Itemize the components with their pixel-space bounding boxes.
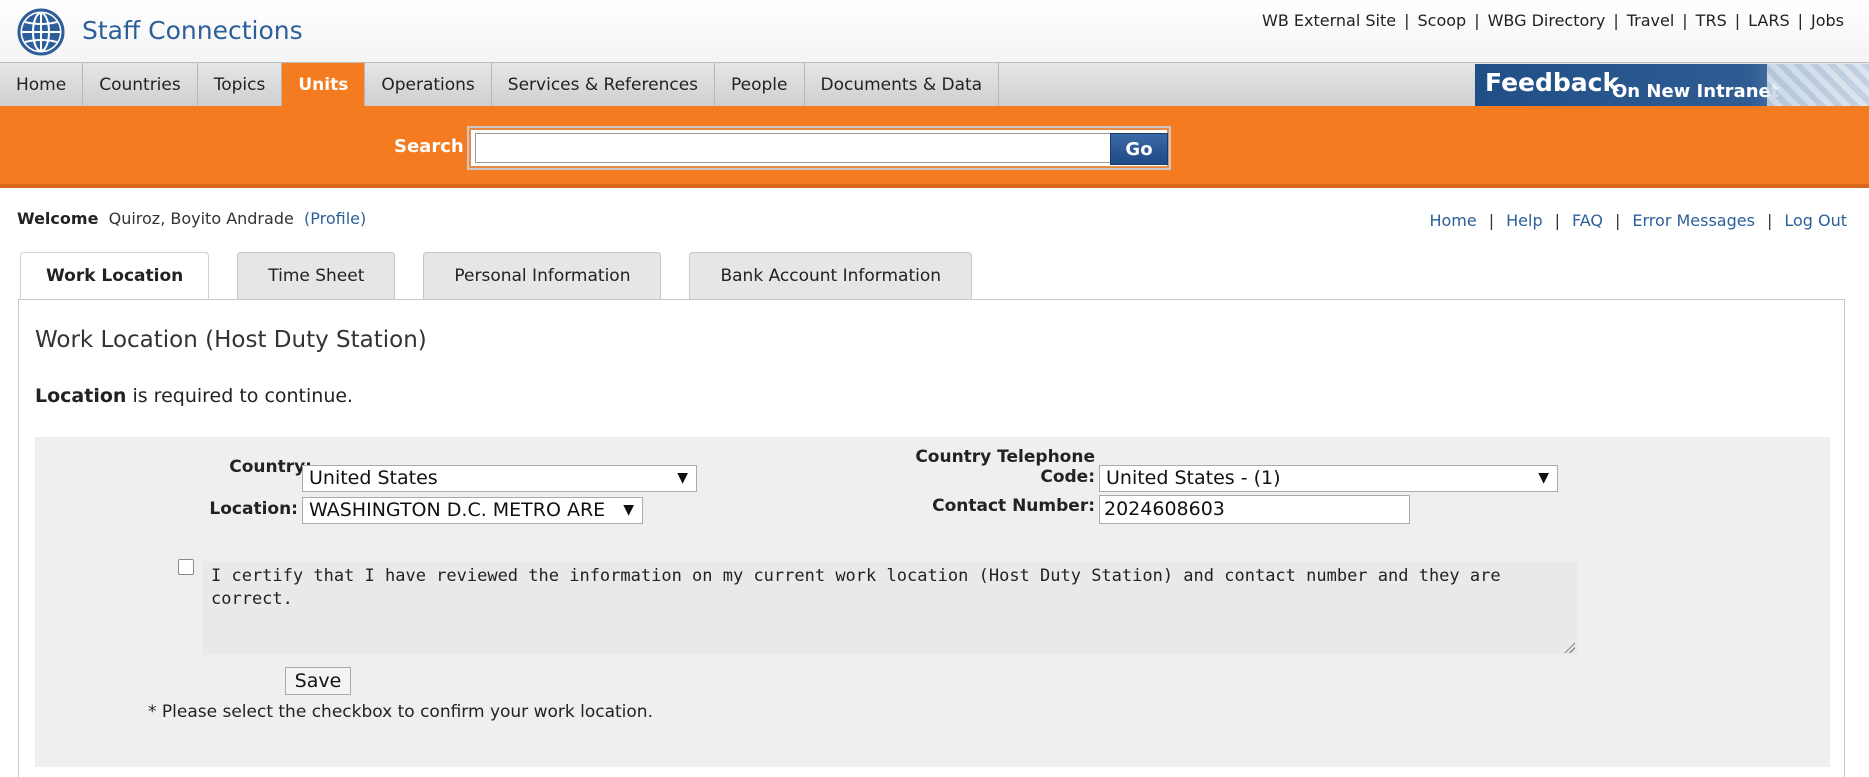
separator: |: [1766, 211, 1773, 230]
save-button[interactable]: Save: [285, 667, 351, 695]
location-select-value: WASHINGTON D.C. METRO ARE: [309, 499, 606, 521]
user-links: Home | Help | FAQ | Error Messages | Log…: [1429, 211, 1847, 230]
checkbox-note: * Please select the checkbox to confirm …: [148, 702, 653, 722]
phone-code-label-line1: Country Telephone: [915, 447, 1095, 467]
search-box: Go: [467, 126, 1171, 170]
tab-work-location[interactable]: Work Location: [20, 252, 210, 300]
dropdown-arrow-icon: ▼: [1538, 470, 1549, 486]
phone-code-label: Country Telephone Code:: [855, 447, 1095, 487]
tab-personal-information[interactable]: Personal Information: [423, 252, 662, 300]
panel-title: Work Location (Host Duty Station): [35, 327, 427, 353]
toplink-scoop[interactable]: Scoop: [1418, 11, 1467, 30]
separator: |: [1474, 11, 1480, 30]
nav-item-services-references[interactable]: Services & References: [492, 63, 716, 107]
nav-item-home[interactable]: Home: [0, 63, 84, 107]
main-nav: Home Countries Topics Units Operations S…: [0, 62, 1869, 107]
userlink-help[interactable]: Help: [1506, 211, 1542, 230]
userlink-home[interactable]: Home: [1429, 211, 1476, 230]
nav-item-people[interactable]: People: [715, 63, 805, 107]
country-label: Country:: [229, 457, 312, 477]
separator: |: [1682, 11, 1688, 30]
separator: |: [1615, 211, 1621, 230]
toplink-trs[interactable]: TRS: [1696, 11, 1727, 30]
separator: |: [1613, 11, 1619, 30]
required-message: Location is required to continue.: [35, 385, 353, 407]
work-location-panel: Work Location (Host Duty Station) Locati…: [18, 299, 1845, 777]
toplink-wb-external[interactable]: WB External Site: [1262, 11, 1396, 30]
nav-item-countries[interactable]: Countries: [83, 63, 198, 107]
resize-handle-icon[interactable]: [1563, 641, 1575, 653]
certify-checkbox[interactable]: [178, 559, 194, 575]
location-select[interactable]: WASHINGTON D.C. METRO ARE ▼: [302, 497, 643, 524]
toplink-travel[interactable]: Travel: [1627, 11, 1675, 30]
separator: |: [1734, 11, 1741, 30]
tab-bank-account-information[interactable]: Bank Account Information: [689, 252, 973, 300]
certify-textarea[interactable]: I certify that I have reviewed the infor…: [203, 561, 1577, 655]
nav-item-units[interactable]: Units: [282, 63, 366, 107]
toplink-lars[interactable]: LARS: [1748, 11, 1790, 30]
welcome-label: Welcome: [17, 209, 99, 228]
userlink-error-messages[interactable]: Error Messages: [1632, 211, 1755, 230]
country-select[interactable]: United States ▼: [302, 465, 697, 492]
location-label: Location:: [209, 499, 298, 519]
certify-text: I certify that I have reviewed the infor…: [211, 566, 1501, 609]
feedback-title: Feedback: [1485, 68, 1620, 97]
separator: |: [1404, 11, 1410, 30]
separator: |: [1488, 211, 1495, 230]
nav-item-documents-data[interactable]: Documents & Data: [805, 63, 1000, 107]
profile-link[interactable]: (Profile): [304, 209, 366, 228]
site-brand[interactable]: Staff Connections: [82, 16, 303, 45]
separator: |: [1797, 11, 1803, 30]
userlink-faq[interactable]: FAQ: [1572, 211, 1603, 230]
nav-item-topics[interactable]: Topics: [198, 63, 283, 107]
phone-code-select-value: United States - (1): [1106, 467, 1281, 489]
dropdown-arrow-icon: ▼: [677, 470, 688, 486]
contact-number-field[interactable]: 2024608603: [1099, 495, 1410, 524]
phone-code-select[interactable]: United States - (1) ▼: [1099, 465, 1558, 492]
country-select-value: United States: [309, 467, 438, 489]
feedback-banner[interactable]: Feedback On New Intranet: [1475, 64, 1869, 106]
separator: |: [1554, 211, 1560, 230]
search-bar: Search Go: [0, 106, 1869, 188]
search-input[interactable]: [475, 133, 1111, 163]
site-header: Staff Connections WB External Site | Sco…: [0, 0, 1869, 62]
welcome-line: Welcome Quiroz, Boyito Andrade (Profile): [17, 209, 366, 228]
go-button[interactable]: Go: [1110, 133, 1168, 165]
location-form: Country: United States ▼ Location: WASHI…: [35, 437, 1830, 767]
dropdown-arrow-icon: ▼: [623, 502, 634, 518]
nav-items: Home Countries Topics Units Operations S…: [0, 63, 1000, 107]
nav-item-operations[interactable]: Operations: [365, 63, 492, 107]
globe-logo-icon[interactable]: [16, 7, 66, 57]
toplink-wbg-directory[interactable]: WBG Directory: [1488, 11, 1606, 30]
tab-time-sheet[interactable]: Time Sheet: [237, 252, 396, 300]
required-field-name: Location: [35, 385, 127, 407]
contact-number-label: Contact Number:: [932, 496, 1095, 516]
top-links: WB External Site | Scoop | WBG Directory…: [1262, 11, 1844, 30]
userlink-log-out[interactable]: Log Out: [1784, 211, 1847, 230]
phone-code-label-line2: Code:: [1040, 467, 1095, 487]
feedback-decoration-image: [1767, 64, 1869, 106]
toplink-jobs[interactable]: Jobs: [1811, 11, 1844, 30]
required-text: is required to continue.: [126, 385, 354, 407]
feedback-subtitle: On New Intranet: [1612, 81, 1780, 102]
tab-bar: Work Location Time Sheet Personal Inform…: [20, 252, 973, 300]
user-name: Quiroz, Boyito Andrade: [108, 209, 294, 228]
search-label: Search: [394, 136, 464, 157]
